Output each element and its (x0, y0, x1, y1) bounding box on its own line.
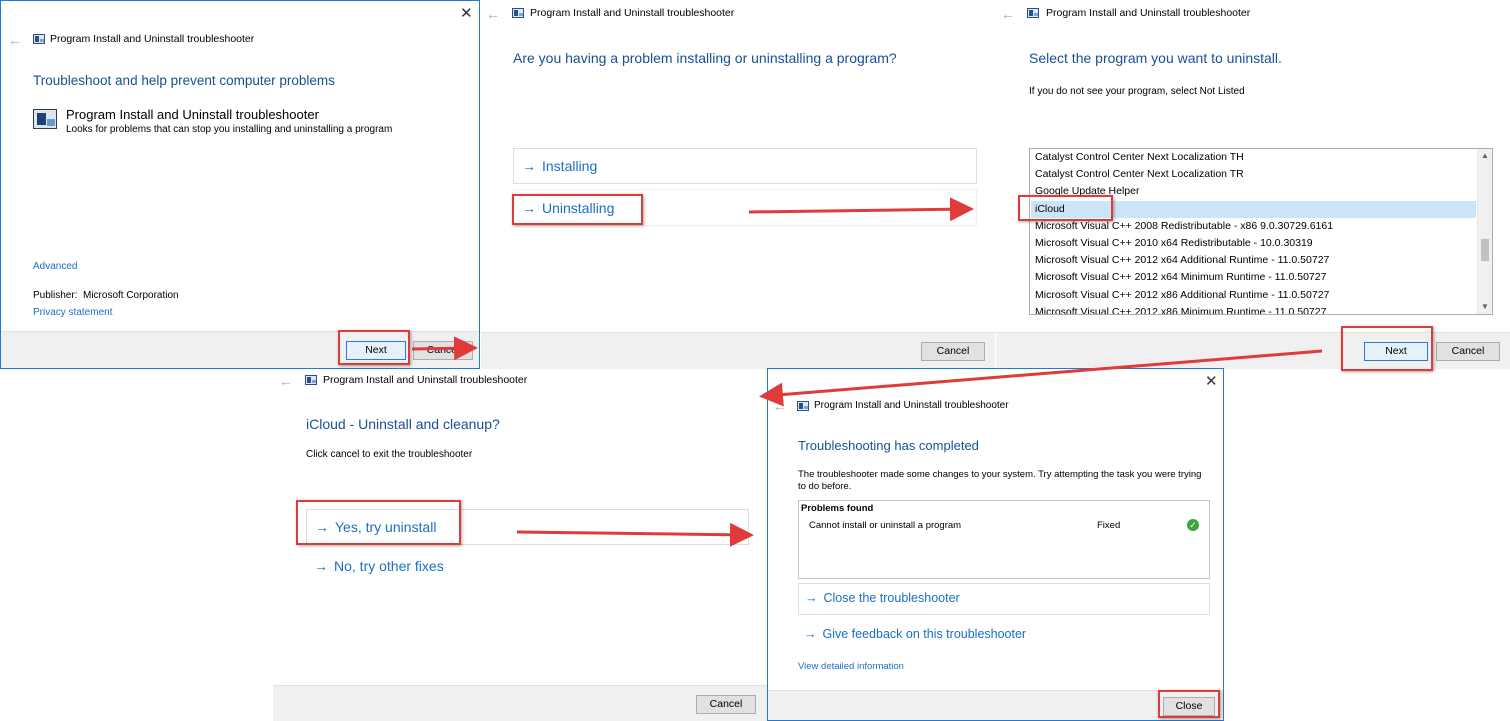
close-troubleshooter-label: Close the troubleshooter (823, 591, 960, 605)
advanced-link[interactable]: Advanced (33, 261, 77, 272)
program-item[interactable]: Microsoft Visual C++ 2012 x64 Minimum Ru… (1035, 271, 1326, 283)
page-heading: Troubleshoot and help prevent computer p… (33, 73, 335, 88)
back-arrow-icon[interactable]: ← (486, 7, 500, 21)
program-list[interactable]: Catalyst Control Center Next Localizatio… (1029, 148, 1493, 315)
troubleshooter-app-icon (305, 375, 317, 385)
result-description-line2: to do before. (798, 481, 852, 492)
step3-footer: Next Cancel (996, 332, 1510, 369)
troubleshooter-item-icon (33, 109, 57, 129)
step3-window: ← Program Install and Uninstall troubles… (996, 0, 1510, 369)
step2-footer: Cancel (481, 332, 995, 369)
result-description-line1: The troubleshooter made some changes to … (798, 469, 1202, 480)
page-subtext: Click cancel to exit the troubleshooter (306, 449, 473, 460)
program-item[interactable]: Microsoft Visual C++ 2012 x86 Additional… (1035, 289, 1329, 301)
right-arrow-icon: → (805, 591, 818, 605)
installing-option[interactable]: → Installing (513, 148, 977, 184)
close-button[interactable]: Close (1163, 697, 1215, 716)
program-item[interactable]: Google Update Helper (1035, 185, 1139, 197)
program-item[interactable]: Catalyst Control Center Next Localizatio… (1035, 151, 1244, 163)
back-arrow-icon[interactable]: ← (8, 33, 22, 47)
scroll-up-icon[interactable]: ▲ (1481, 151, 1489, 160)
cancel-button[interactable]: Cancel (921, 342, 985, 361)
problem-status: Fixed (1097, 520, 1121, 531)
right-arrow-icon: → (804, 627, 817, 641)
problems-found-header: Problems found (801, 503, 874, 514)
right-arrow-icon: → (314, 558, 328, 574)
give-feedback-label: Give feedback on this troubleshooter (822, 627, 1027, 641)
window-title: Program Install and Uninstall troublesho… (1046, 7, 1251, 19)
step2-window: ← Program Install and Uninstall troubles… (481, 0, 995, 369)
view-detailed-information-link[interactable]: View detailed information (798, 661, 904, 672)
check-circle-icon: ✓ (1187, 519, 1199, 531)
troubleshooter-item-desc: Looks for problems that can stop you ins… (66, 124, 393, 135)
page-heading: Select the program you want to uninstall… (1029, 50, 1282, 66)
privacy-statement-link[interactable]: Privacy statement (33, 307, 112, 318)
close-troubleshooter-option[interactable]: → Close the troubleshooter (798, 583, 1210, 615)
give-feedback-option[interactable]: → Give feedback on this troubleshooter (798, 627, 1210, 649)
step4-footer: Cancel (273, 685, 767, 721)
scroll-thumb[interactable] (1481, 239, 1489, 261)
window-title: Program Install and Uninstall troublesho… (814, 400, 1009, 411)
program-item[interactable]: Microsoft Visual C++ 2010 x64 Redistribu… (1035, 237, 1313, 249)
troubleshooter-item[interactable]: Program Install and Uninstall troublesho… (33, 107, 453, 135)
list-scrollbar[interactable]: ▲ ▼ (1477, 149, 1492, 314)
back-arrow-icon[interactable]: ← (279, 374, 293, 388)
next-button[interactable]: Next (1364, 342, 1428, 361)
program-item[interactable]: Microsoft Visual C++ 2012 x86 Minimum Ru… (1035, 306, 1326, 314)
window-title: Program Install and Uninstall troublesho… (50, 33, 255, 45)
back-arrow-icon[interactable]: ← (1001, 7, 1015, 21)
yes-try-uninstall-option[interactable]: → Yes, try uninstall (306, 509, 749, 545)
program-item-selected[interactable]: iCloud (1035, 203, 1065, 215)
cancel-button[interactable]: Cancel (413, 341, 473, 360)
problems-found-box: Problems found Cannot install or uninsta… (798, 500, 1210, 579)
cancel-button[interactable]: Cancel (1436, 342, 1500, 361)
step5-window: ✕ ← Program Install and Uninstall troubl… (767, 368, 1224, 721)
program-item[interactable]: Microsoft Visual C++ 2012 x64 Additional… (1035, 254, 1329, 266)
uninstalling-option[interactable]: → Uninstalling (513, 189, 977, 226)
step1-window: ✕ ← Program Install and Uninstall troubl… (0, 0, 480, 369)
no-try-other-fixes-label: No, try other fixes (334, 558, 444, 574)
page-heading: Are you having a problem installing or u… (513, 50, 897, 66)
right-arrow-icon: → (522, 200, 536, 216)
back-arrow-icon[interactable]: ← (773, 399, 787, 413)
troubleshooter-app-icon (512, 8, 524, 18)
troubleshooter-app-icon (1027, 8, 1039, 18)
program-item[interactable]: Catalyst Control Center Next Localizatio… (1035, 168, 1244, 180)
window-title: Program Install and Uninstall troublesho… (323, 374, 528, 386)
step1-footer: Next Cancel (1, 331, 479, 368)
troubleshooter-app-icon (33, 34, 45, 44)
no-try-other-fixes-option[interactable]: → No, try other fixes (306, 554, 749, 586)
yes-try-uninstall-label: Yes, try uninstall (335, 519, 437, 535)
installing-label: Installing (542, 158, 598, 174)
troubleshooter-item-title: Program Install and Uninstall troublesho… (66, 107, 319, 122)
close-icon[interactable]: ✕ (1205, 374, 1218, 389)
page-heading: Troubleshooting has completed (798, 438, 979, 453)
page-subtext: If you do not see your program, select N… (1029, 86, 1245, 97)
next-button[interactable]: Next (346, 341, 406, 360)
publisher-value: Microsoft Corporation (83, 290, 179, 301)
step5-footer: Close (768, 690, 1223, 720)
selected-row-highlight (1031, 201, 1476, 218)
item-icon-detail (47, 119, 55, 126)
step4-window: ← Program Install and Uninstall troubles… (273, 369, 767, 721)
right-arrow-icon: → (315, 519, 329, 535)
window-title: Program Install and Uninstall troublesho… (530, 7, 735, 19)
problem-name: Cannot install or uninstall a program (809, 520, 962, 531)
item-icon-detail (37, 113, 46, 125)
publisher-label: Publisher: (33, 290, 78, 301)
close-icon[interactable]: ✕ (460, 6, 473, 21)
scroll-down-icon[interactable]: ▼ (1481, 302, 1489, 311)
uninstalling-label: Uninstalling (542, 200, 615, 216)
program-item[interactable]: Microsoft Visual C++ 2008 Redistributabl… (1035, 220, 1333, 232)
page-heading: iCloud - Uninstall and cleanup? (306, 416, 500, 432)
troubleshooter-app-icon (797, 401, 809, 411)
right-arrow-icon: → (522, 158, 536, 174)
cancel-button[interactable]: Cancel (696, 695, 756, 714)
